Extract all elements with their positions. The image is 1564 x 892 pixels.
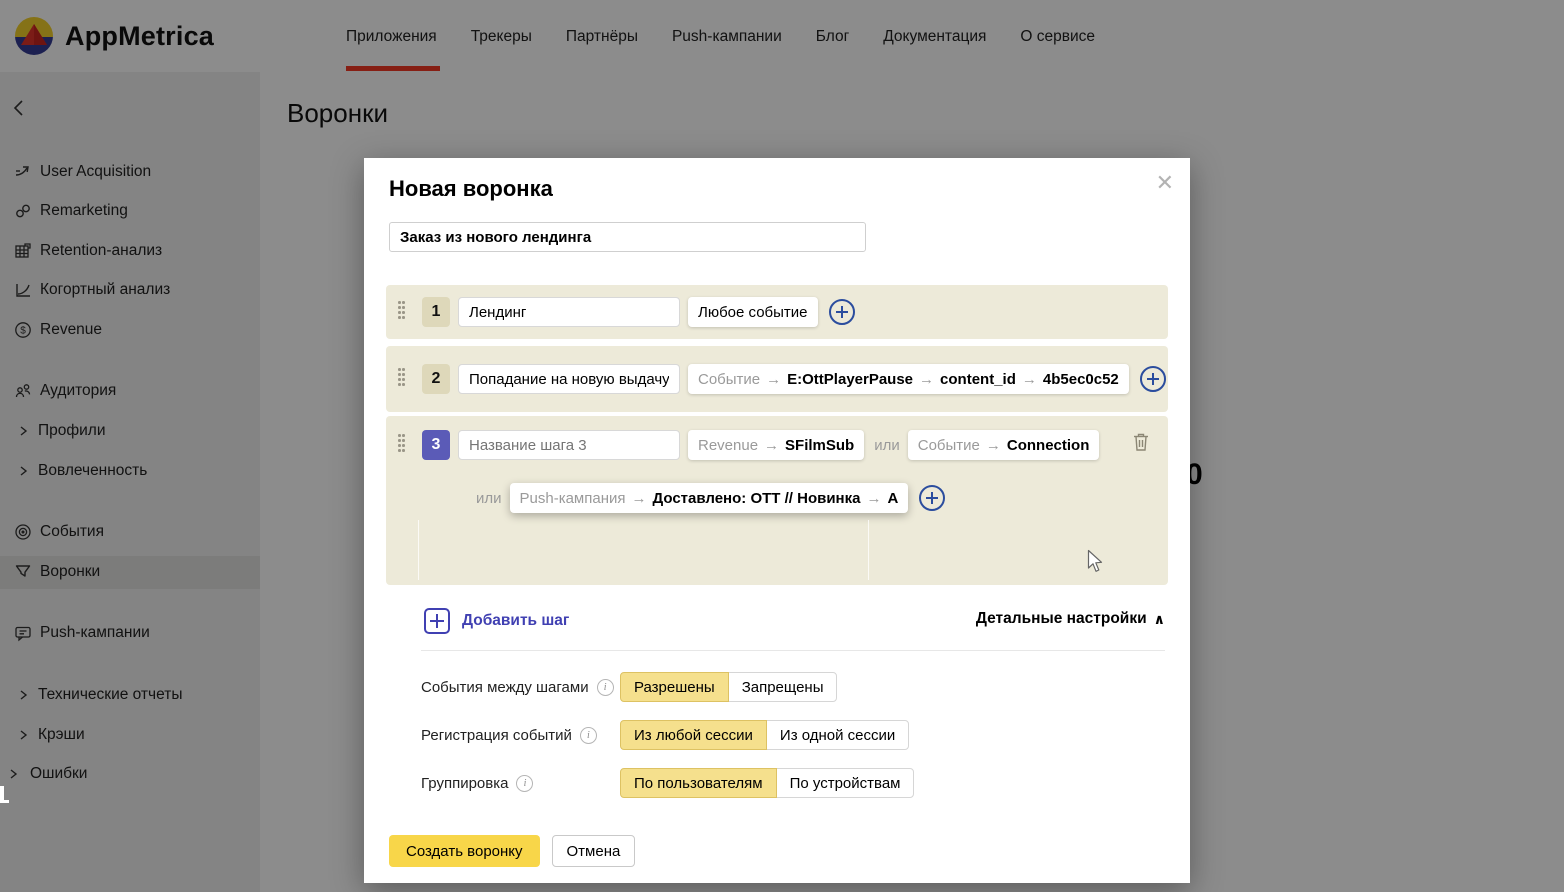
drag-handle-icon[interactable] [398, 301, 408, 323]
dialog-title: Новая воронка [389, 176, 553, 202]
delete-step-icon[interactable] [1132, 432, 1150, 452]
option-by-users[interactable]: По пользователям [620, 768, 777, 798]
option-single-session[interactable]: Из одной сессии [766, 720, 909, 750]
setting-label: Группировка [421, 775, 508, 792]
option-forbidden[interactable]: Запрещены [728, 672, 838, 702]
detailed-settings-toggle[interactable]: Детальные настройки ∧ [976, 610, 1165, 628]
step-row-1: 1 Любое событие [386, 285, 1168, 339]
drag-handle-icon[interactable] [398, 434, 408, 456]
add-step-button[interactable]: Добавить шаг [424, 608, 569, 634]
step1-event-chip[interactable]: Любое событие [688, 297, 818, 327]
step-number-badge: 1 [422, 297, 450, 327]
step2-condition-chip[interactable]: Событие → E:OttPlayerPause → content_id … [688, 364, 1129, 394]
option-any-session[interactable]: Из любой сессии [620, 720, 767, 750]
step1-name-input[interactable] [458, 297, 680, 327]
chevron-up-icon: ∧ [1154, 611, 1165, 628]
info-icon[interactable]: i [516, 775, 533, 792]
step3-condition-chip-1[interactable]: Revenue → SFilmSub [688, 430, 864, 460]
add-condition-icon[interactable] [1140, 366, 1166, 392]
mouse-cursor [1087, 549, 1105, 574]
divider [868, 520, 869, 580]
add-condition-icon[interactable] [919, 485, 945, 511]
app-screen: AppMetrica Приложения Трекеры Партнёры P… [0, 0, 1564, 892]
step2-name-input[interactable] [458, 364, 680, 394]
funnel-name-input[interactable] [389, 222, 866, 252]
setting-events-between-steps: События между шагами i Разрешены Запреще… [421, 672, 1165, 702]
or-label: или [476, 490, 502, 507]
setting-label: Регистрация событий [421, 727, 572, 744]
new-funnel-dialog: Новая воронка ✕ 1 Любое событие [364, 158, 1190, 883]
setting-grouping: Группировка i По пользователям По устрой… [421, 768, 1165, 798]
drag-handle-icon[interactable] [398, 368, 408, 390]
divider [421, 650, 1165, 651]
step3-condition-chip-2[interactable]: Событие → Connection [908, 430, 1100, 460]
info-icon[interactable]: i [580, 727, 597, 744]
event-registration-toggle: Из любой сессии Из одной сессии [620, 720, 909, 750]
funnel-steps: 1 Любое событие 2 Событие → [386, 281, 1168, 585]
setting-event-registration: Регистрация событий i Из любой сессии Из… [421, 720, 1165, 750]
step-number-badge: 2 [422, 364, 450, 394]
dialog-footer: Создать воронку Отмена [389, 835, 635, 867]
plus-square-icon [424, 608, 450, 634]
divider [418, 520, 419, 580]
option-allowed[interactable]: Разрешены [620, 672, 729, 702]
cancel-button[interactable]: Отмена [552, 835, 636, 867]
setting-label: События между шагами [421, 679, 589, 696]
close-icon[interactable]: ✕ [1156, 170, 1174, 196]
info-icon[interactable]: i [597, 679, 614, 696]
step-row-2: 2 Событие → E:OttPlayerPause → content_i… [386, 346, 1168, 412]
step3-name-input[interactable] [458, 430, 680, 460]
step-number-badge-active: 3 [422, 430, 450, 460]
create-funnel-button[interactable]: Создать воронку [389, 835, 540, 867]
option-by-devices[interactable]: По устройствам [776, 768, 915, 798]
step3-condition-chip-3[interactable]: Push-кампания → Доставлено: ОТТ // Новин… [510, 483, 909, 513]
step-row-3: 3 Revenue → SFilmSub или Событие → Conne… [386, 416, 1168, 585]
add-condition-icon[interactable] [829, 299, 855, 325]
events-between-steps-toggle: Разрешены Запрещены [620, 672, 837, 702]
or-label: или [874, 437, 900, 454]
screen-artifact [0, 786, 4, 802]
grouping-toggle: По пользователям По устройствам [620, 768, 914, 798]
